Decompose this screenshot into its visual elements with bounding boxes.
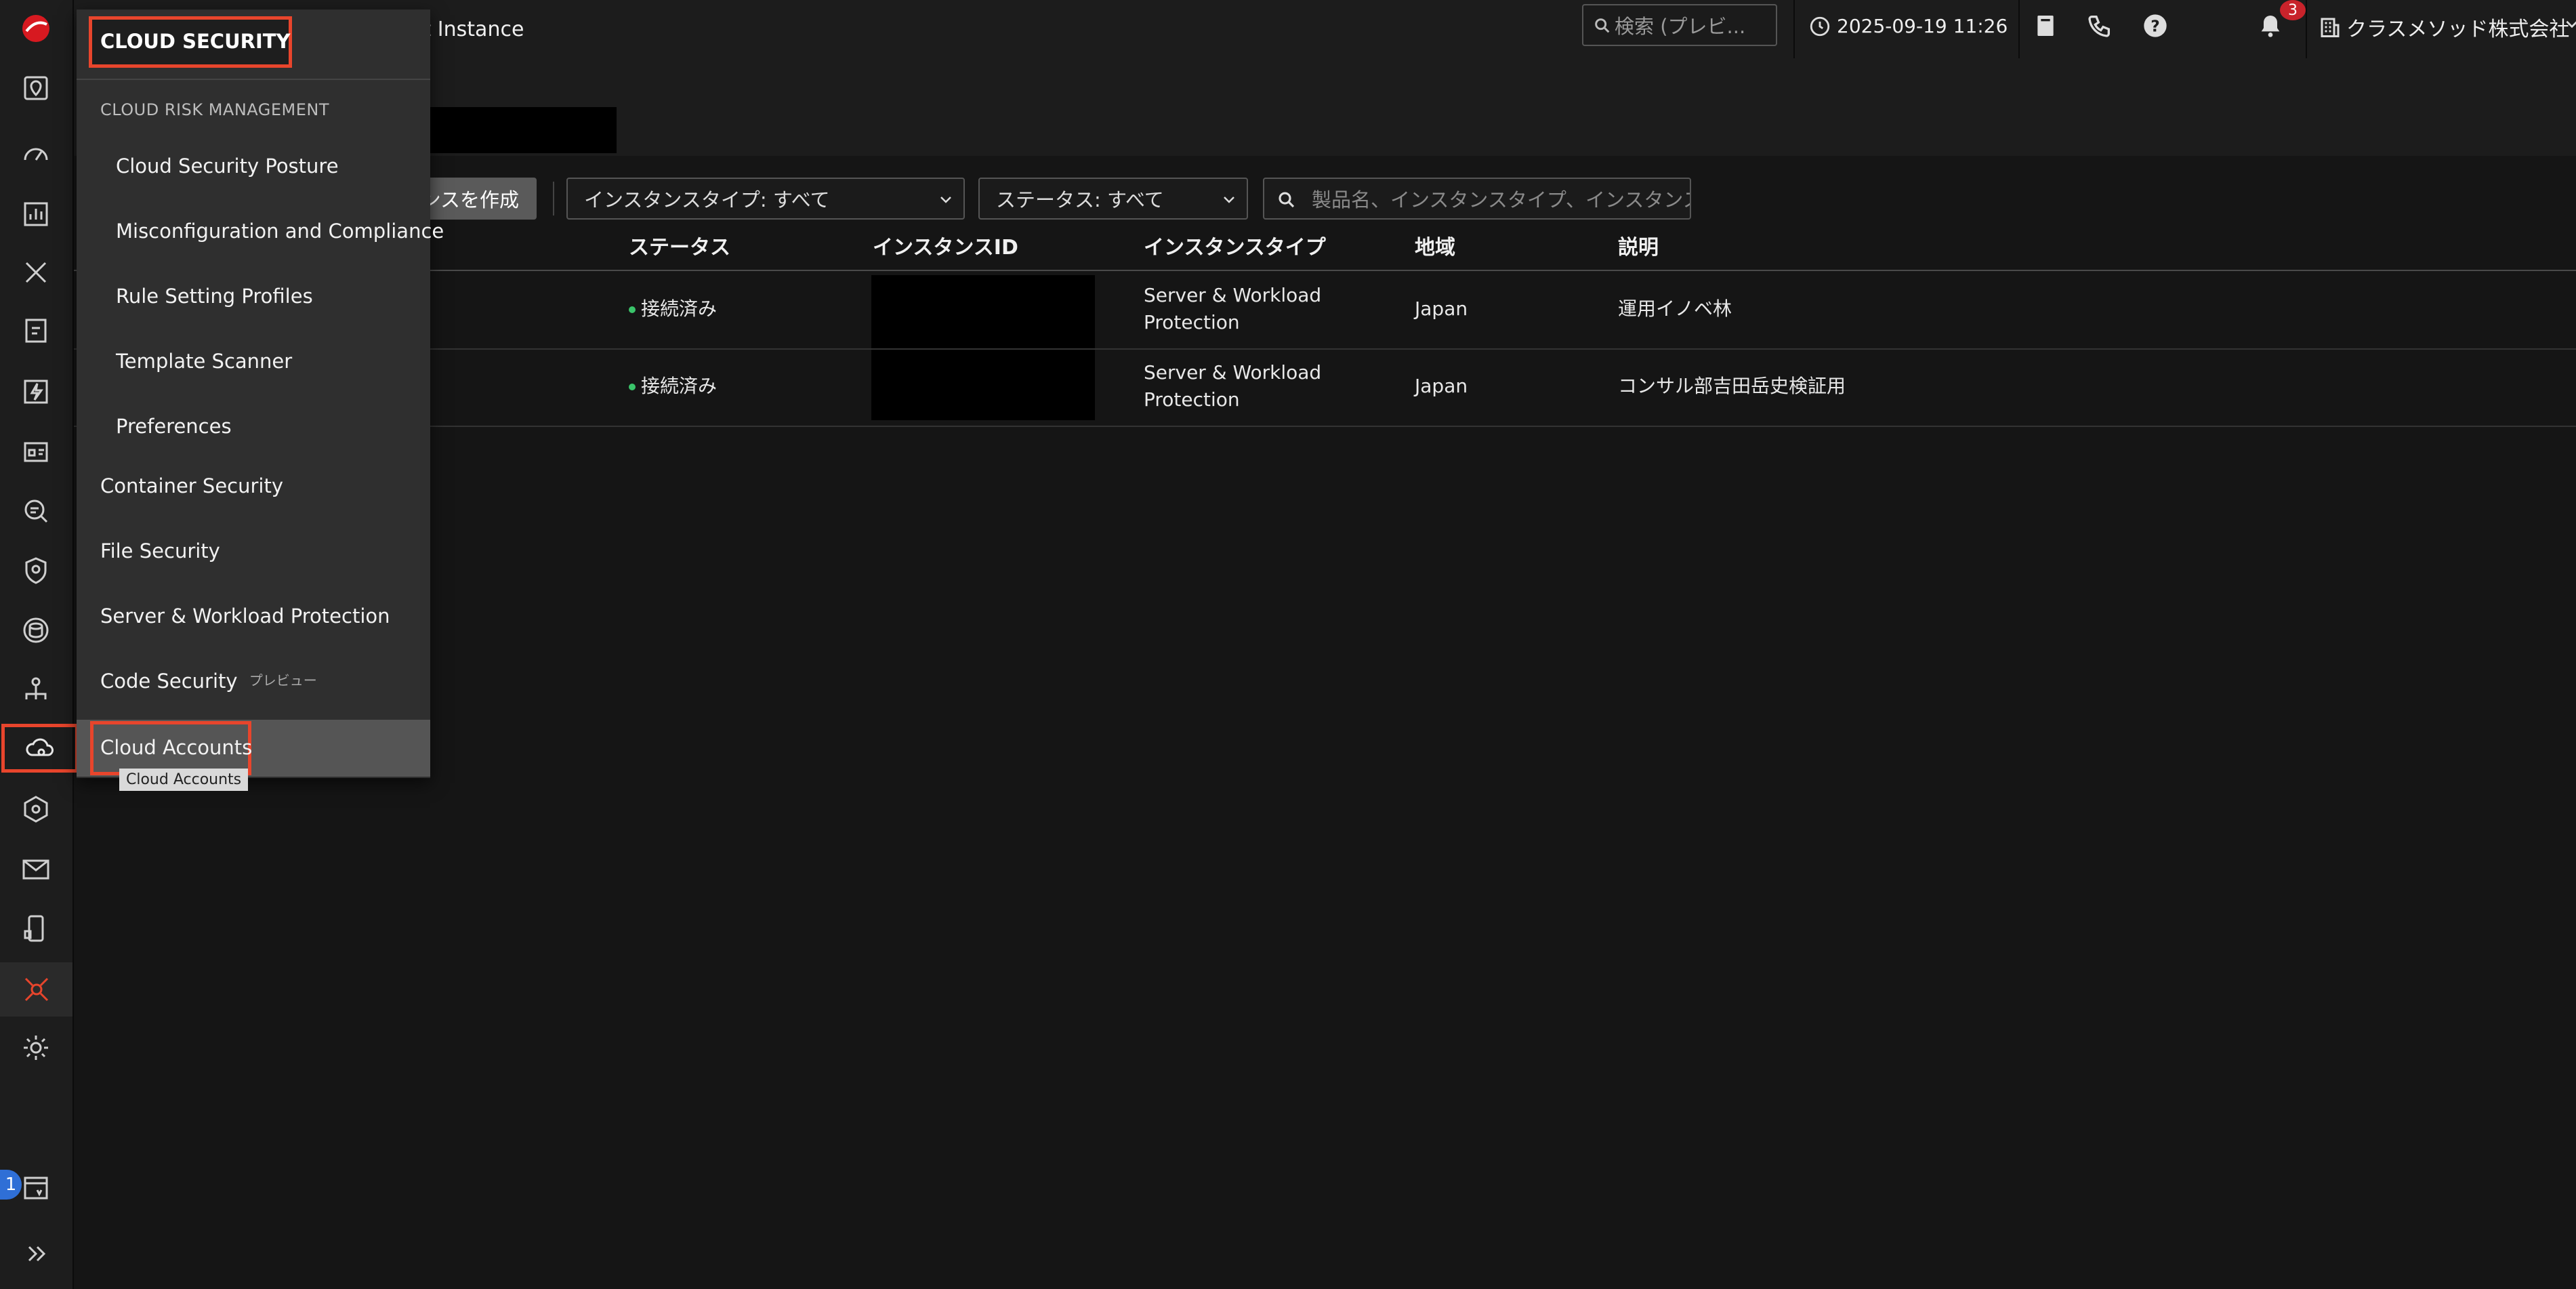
- menu-title: CLOUD SECURITY: [100, 30, 291, 53]
- column-header-description[interactable]: 説明: [1618, 230, 1659, 260]
- region-cell: Japan: [1415, 298, 1468, 320]
- current-datetime: 2025-09-19 11:26: [1837, 15, 2008, 37]
- global-search-placeholder: 検索 (プレビ...: [1615, 15, 1746, 38]
- instance-type-line2: Protection: [1144, 388, 1240, 411]
- instance-type-filter-label: インスタンスタイプ: すべて: [584, 188, 830, 211]
- region-cell: Japan: [1415, 375, 1468, 397]
- map-pin-icon[interactable]: [7, 64, 65, 112]
- identity-lock-icon[interactable]: [7, 427, 65, 476]
- chevron-down-icon: [940, 197, 951, 203]
- search-icon: [1279, 192, 1295, 208]
- menu-item-file-security[interactable]: File Security: [100, 539, 220, 562]
- menu-item-misconfiguration-compliance[interactable]: Misconfiguration and Compliance: [116, 220, 444, 243]
- instance-type-line2: Protection: [1144, 311, 1240, 333]
- clock-icon: [1810, 16, 1830, 37]
- chevron-down-icon[interactable]: [2563, 15, 2576, 33]
- description-cell: コンサル部吉田岳史検証用: [1618, 375, 1846, 397]
- description-cell: 運用イノベ林: [1618, 298, 1732, 320]
- menu-item-code-security[interactable]: Code Security プレビュー: [100, 670, 317, 693]
- code-security-label: Code Security: [100, 670, 238, 693]
- status-cell: 接続済み: [629, 295, 717, 323]
- attack-surface-icon[interactable]: [0, 962, 72, 1017]
- document-alert-icon[interactable]: [7, 306, 65, 355]
- support-phone-icon[interactable]: [2086, 12, 2113, 39]
- global-search-input[interactable]: 検索 (プレビ...: [1582, 4, 1777, 46]
- mobile-device-icon[interactable]: [7, 904, 65, 953]
- chevron-down-icon: [1224, 197, 1234, 203]
- column-header-instance-id[interactable]: インスタンスID: [873, 230, 1018, 260]
- menu-item-rule-setting-profiles[interactable]: Rule Setting Profiles: [116, 285, 313, 308]
- status-text: 接続済み: [641, 375, 718, 397]
- menu-section-cloud-risk-management: CLOUD RISK MANAGEMENT: [100, 100, 330, 119]
- hexagon-eye-icon[interactable]: [7, 785, 65, 834]
- status-connected-dot: [629, 384, 636, 390]
- menu-item-container-security[interactable]: Container Security: [100, 474, 283, 497]
- xdr-cross-icon[interactable]: [7, 248, 65, 297]
- company-building-icon: [2321, 18, 2340, 37]
- menu-item-cloud-security-posture[interactable]: Cloud Security Posture: [116, 155, 339, 178]
- trend-logo-icon[interactable]: [7, 4, 65, 53]
- shield-user-icon[interactable]: [7, 546, 65, 595]
- column-header-status[interactable]: ステータス: [629, 230, 730, 260]
- search-icon: [1595, 18, 1610, 33]
- table-search-placeholder: 製品名、インスタンスタイプ、インスタンス: [1312, 188, 1691, 211]
- column-header-instance-type[interactable]: インスタンスタイプ: [1144, 230, 1326, 260]
- redacted-instance-ids: [871, 275, 1095, 420]
- menu-item-server-workload-protection[interactable]: Server & Workload Protection: [100, 605, 390, 628]
- preview-tag: プレビュー: [249, 672, 317, 689]
- settings-gear-icon[interactable]: [7, 1023, 65, 1072]
- notification-bell-icon[interactable]: [2257, 12, 2284, 39]
- cloud-accounts-tooltip: Cloud Accounts: [119, 769, 249, 791]
- status-cell: 接続済み: [629, 373, 717, 400]
- documentation-book-icon[interactable]: [2032, 12, 2059, 39]
- cloud-security-icon[interactable]: [1, 724, 79, 773]
- lightning-icon[interactable]: [7, 367, 65, 416]
- menu-item-template-scanner[interactable]: Template Scanner: [116, 350, 292, 373]
- network-nodes-icon[interactable]: [7, 666, 65, 714]
- expand-chevrons-icon[interactable]: [7, 1229, 65, 1278]
- top-bar: uct Instance 検索 (プレビ... 2025-09-19 11:26…: [74, 0, 2576, 58]
- status-filter[interactable]: ステータス: すべて: [978, 178, 1248, 220]
- notification-count-badge: 3: [2280, 0, 2306, 20]
- table-search-input[interactable]: 製品名、インスタンスタイプ、インスタンス: [1263, 178, 1691, 220]
- dashboard-gauge-icon[interactable]: [7, 130, 65, 179]
- instance-type-line1: Server & Workload: [1144, 361, 1322, 384]
- menu-item-preferences[interactable]: Preferences: [116, 415, 232, 438]
- left-nav-rail: 1: [0, 0, 79, 1289]
- database-icon[interactable]: [7, 606, 65, 655]
- instance-type-filter[interactable]: インスタンスタイプ: すべて: [566, 178, 965, 220]
- status-text: 接続済み: [641, 298, 718, 320]
- reports-chart-icon[interactable]: [7, 190, 65, 239]
- status-connected-dot: [629, 306, 636, 313]
- svg-text:?: ?: [2151, 16, 2160, 35]
- column-header-region[interactable]: 地域: [1415, 230, 1455, 260]
- status-filter-label: ステータス: すべて: [996, 188, 1164, 211]
- menu-item-cloud-accounts[interactable]: Cloud Accounts: [100, 736, 252, 759]
- cloud-security-flyout-menu: CLOUD SECURITY CLOUD RISK MANAGEMENT Clo…: [77, 9, 444, 778]
- email-icon[interactable]: [7, 844, 65, 893]
- search-chat-icon[interactable]: [7, 487, 65, 535]
- instance-type-line1: Server & Workload: [1144, 284, 1322, 306]
- company-selector[interactable]: クラスメソッド株式会社: [2346, 12, 2569, 42]
- help-question-icon[interactable]: ?: [2142, 12, 2169, 39]
